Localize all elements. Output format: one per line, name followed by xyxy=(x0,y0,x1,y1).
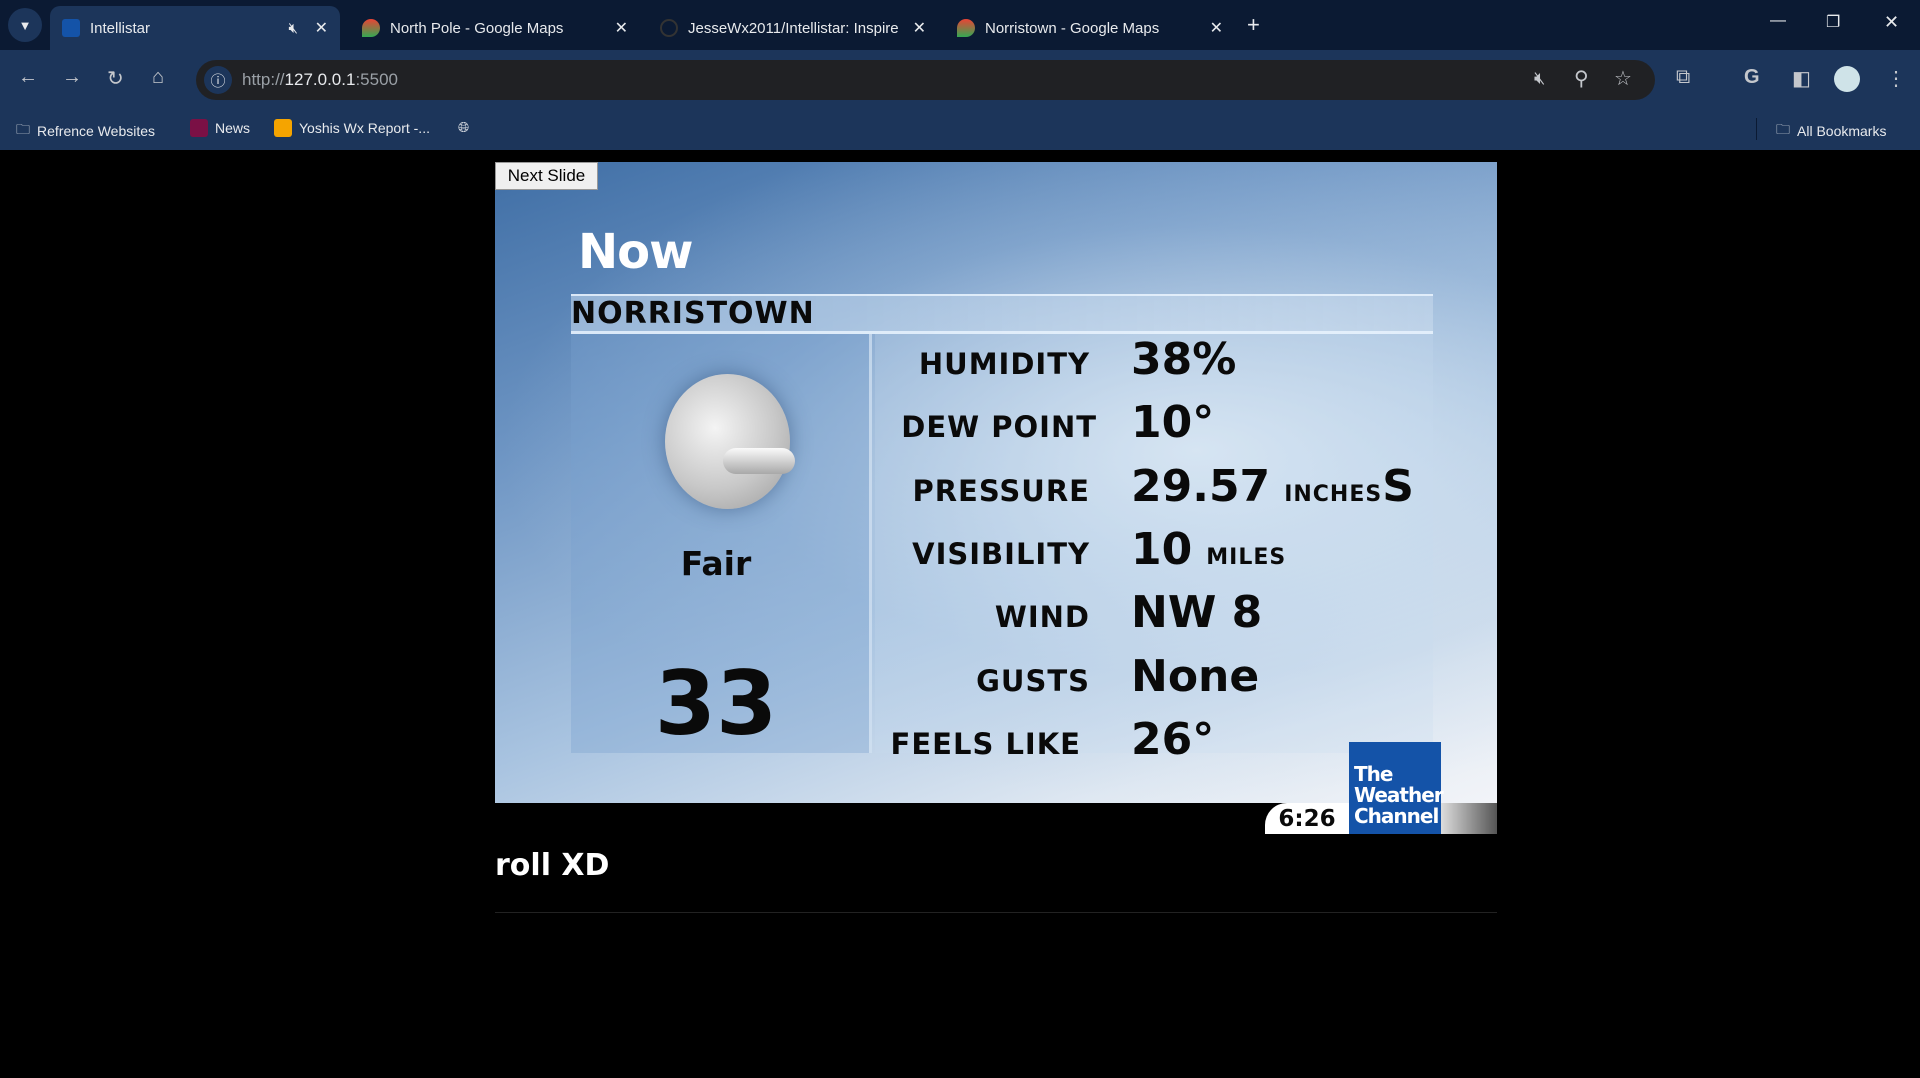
close-tab-icon[interactable]: ✕ xyxy=(615,18,628,38)
news-favicon-icon xyxy=(190,119,208,137)
globe-icon: 🌐︎ xyxy=(458,119,470,135)
slide-title: Now xyxy=(578,224,693,280)
row-wind: WIND NW 8 xyxy=(495,587,1497,638)
tab-github[interactable]: JesseWx2011/Intellistar: Inspire ✕ xyxy=(648,6,938,50)
divider xyxy=(1756,118,1757,140)
extensions-icon[interactable]: ⧉ xyxy=(1676,66,1690,89)
bookmark-label: Refrence Websites xyxy=(37,123,156,139)
row-dew-point: DEW POINT 10° xyxy=(495,397,1497,448)
new-tab-icon[interactable]: + xyxy=(1247,12,1260,38)
tab-label: JesseWx2011/Intellistar: Inspire xyxy=(688,19,898,37)
tab-label: Intellistar xyxy=(90,19,151,37)
menu-icon[interactable]: ⋮ xyxy=(1886,66,1906,91)
bookmarks-bar: 🗀 Refrence Websites News Yoshis Wx Report… xyxy=(0,108,1920,150)
github-favicon-icon xyxy=(660,19,678,37)
row-label: HUMIDITY xyxy=(918,347,1090,381)
url[interactable]: http://127.0.0.1:5500 xyxy=(242,70,398,90)
bookmark-label: Yoshis Wx Report -... xyxy=(299,120,430,136)
city-name: NORRISTOWN xyxy=(571,296,815,331)
row-pressure: PRESSURE 29.57 INCHESS xyxy=(495,461,1497,512)
row-feels-like: FEELS LIKE 26° xyxy=(495,714,1497,765)
zoom-icon[interactable]: ⚲ xyxy=(1574,66,1589,91)
row-visibility: VISIBILITY 10 MILES xyxy=(495,524,1497,575)
divider xyxy=(495,912,1497,913)
row-value: NW 8 xyxy=(1131,587,1263,638)
google-icon[interactable]: G xyxy=(1744,66,1760,89)
tab-label: North Pole - Google Maps xyxy=(390,19,564,37)
bookmark-star-icon[interactable]: ☆ xyxy=(1614,66,1632,91)
maps-favicon-icon xyxy=(362,19,380,37)
yoshis-favicon-icon xyxy=(274,119,292,137)
home-icon[interactable]: ⌂ xyxy=(152,66,164,89)
maps-favicon-icon xyxy=(957,19,975,37)
tab-intellistar[interactable]: Intellistar 🔇︎ ✕ xyxy=(50,6,340,50)
row-label: PRESSURE xyxy=(912,474,1090,508)
tab-search-button[interactable]: ▼ xyxy=(8,8,42,42)
twc-logo: The Weather Channel xyxy=(1349,742,1444,834)
tab-north-pole[interactable]: North Pole - Google Maps ✕ xyxy=(350,6,640,50)
row-gusts: GUSTS None xyxy=(495,651,1497,702)
folder-icon: 🗀 xyxy=(16,121,30,137)
row-label: VISIBILITY xyxy=(912,537,1090,571)
row-value: 26° xyxy=(1131,714,1215,765)
row-value: 29.57 INCHESS xyxy=(1131,461,1414,512)
reload-icon[interactable]: ↻ xyxy=(107,66,124,91)
bookmark-folder-refrence[interactable]: 🗀 Refrence Websites xyxy=(16,119,155,143)
bookmark-yoshis[interactable]: Yoshis Wx Report -... xyxy=(274,119,430,137)
row-value: 10 MILES xyxy=(1131,524,1287,575)
minimize-icon[interactable]: — xyxy=(1770,12,1786,30)
twc-favicon-icon xyxy=(62,19,80,37)
row-value: 10° xyxy=(1131,397,1215,448)
bookmark-news[interactable]: News xyxy=(190,119,250,137)
muted-site-icon[interactable]: 🔇︎ xyxy=(1534,68,1545,89)
forward-icon[interactable]: → xyxy=(62,66,82,89)
row-label: FEELS LIKE xyxy=(890,727,1081,761)
address-bar[interactable]: ⓘ http://127.0.0.1:5500 🔇︎ ⚲ ☆ xyxy=(196,60,1655,100)
tab-label: Norristown - Google Maps xyxy=(985,19,1160,37)
bar-gradient xyxy=(1441,803,1497,834)
tab-bar: ▼ Intellistar 🔇︎ ✕ North Pole - Google M… xyxy=(0,0,1920,50)
bookmark-globe[interactable]: 🌐︎ xyxy=(458,119,469,136)
next-slide-button[interactable]: Next Slide xyxy=(495,162,598,190)
row-value: 38% xyxy=(1131,334,1237,385)
close-window-icon[interactable]: ✕ xyxy=(1884,12,1899,33)
all-bookmarks[interactable]: 🗀 All Bookmarks xyxy=(1776,119,1886,143)
tab-norristown[interactable]: Norristown - Google Maps ✕ xyxy=(945,6,1235,50)
row-label: WIND xyxy=(994,600,1090,634)
restore-icon[interactable]: ❐ xyxy=(1826,12,1840,32)
weather-slide: Now NORRISTOWN Fair 33 HUMIDITY 38% DEW P… xyxy=(495,162,1497,803)
muted-icon[interactable]: 🔇︎ xyxy=(289,20,298,37)
bookmark-label: All Bookmarks xyxy=(1797,123,1887,139)
row-label: GUSTS xyxy=(976,664,1090,698)
side-panel-icon[interactable]: ◧ xyxy=(1792,66,1811,91)
folder-icon: 🗀 xyxy=(1776,121,1790,137)
close-tab-icon[interactable]: ✕ xyxy=(913,18,926,38)
ticker-text: roll XD xyxy=(495,848,610,883)
clock: 6:26 xyxy=(1265,803,1349,834)
row-value: None xyxy=(1131,651,1260,702)
profile-avatar[interactable] xyxy=(1834,66,1860,92)
close-tab-icon[interactable]: ✕ xyxy=(315,18,328,38)
back-icon[interactable]: ← xyxy=(18,66,38,89)
close-tab-icon[interactable]: ✕ xyxy=(1210,18,1223,38)
row-humidity: HUMIDITY 38% xyxy=(495,334,1497,385)
bookmark-label: News xyxy=(215,120,251,136)
site-info-icon[interactable]: ⓘ xyxy=(204,66,232,94)
row-label: DEW POINT xyxy=(901,410,1097,444)
